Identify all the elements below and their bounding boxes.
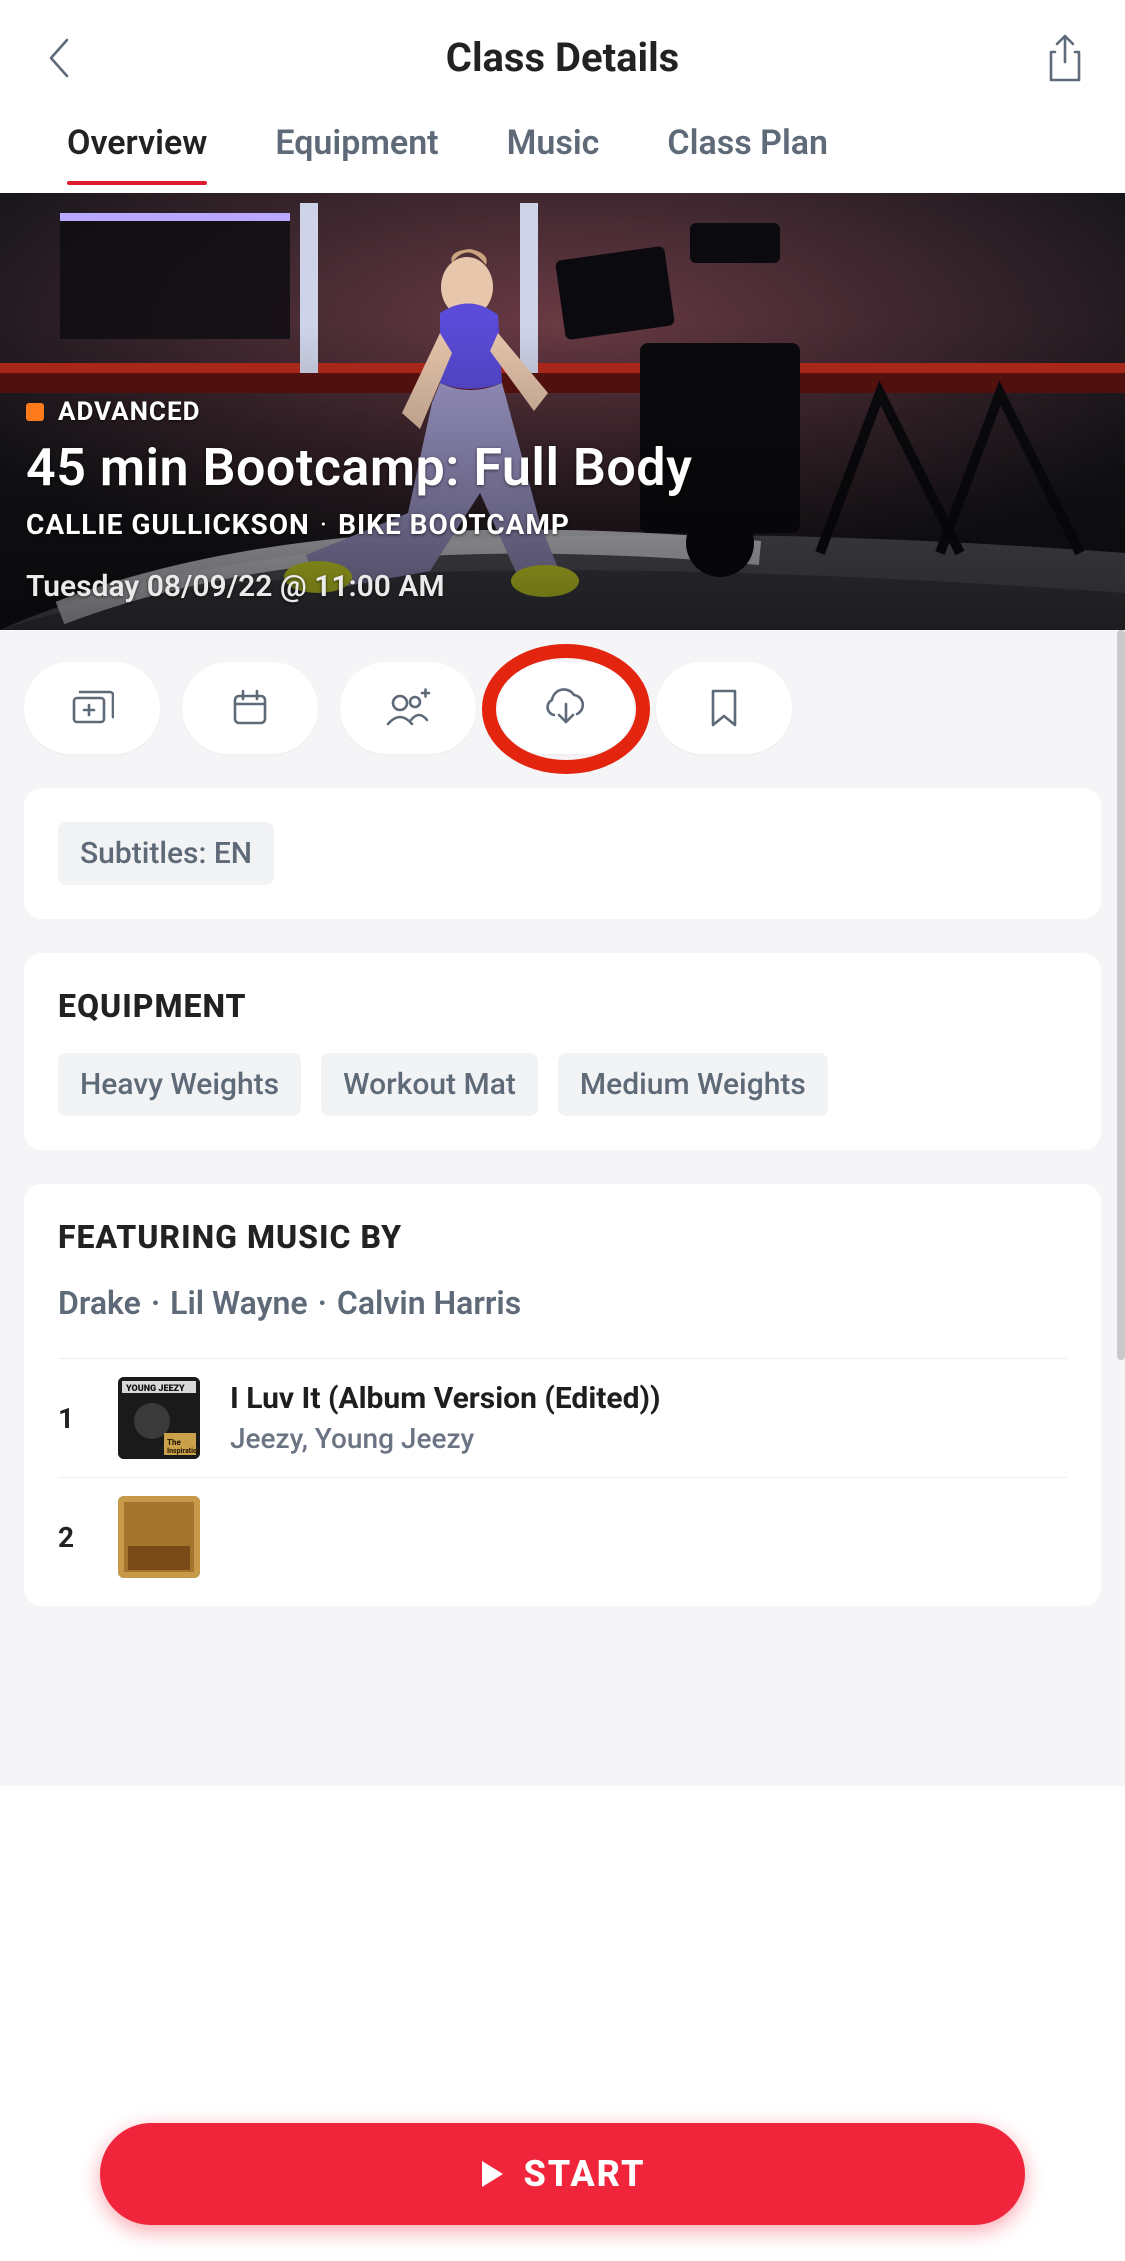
tab-equipment[interactable]: Equipment bbox=[275, 123, 438, 185]
subtitles-chip: Subtitles: EN bbox=[58, 822, 274, 885]
start-label: START bbox=[523, 2153, 645, 2195]
class-title: 45 min Bootcamp: Full Body bbox=[26, 437, 1099, 498]
tabs: Overview Equipment Music Class Plan bbox=[0, 115, 1125, 193]
class-category: BIKE BOOTCAMP bbox=[338, 508, 570, 541]
scrollbar[interactable] bbox=[1117, 630, 1125, 1360]
invite-button[interactable] bbox=[340, 662, 476, 754]
equipment-item: Medium Weights bbox=[558, 1053, 828, 1116]
tab-overview[interactable]: Overview bbox=[67, 123, 207, 185]
hero-image: ADVANCED 45 min Bootcamp: Full Body CALL… bbox=[0, 193, 1125, 630]
subtitles-card: Subtitles: EN bbox=[24, 788, 1101, 919]
artist: Drake bbox=[58, 1284, 141, 1322]
download-cloud-icon bbox=[543, 688, 589, 728]
tab-class-plan[interactable]: Class Plan bbox=[667, 123, 828, 185]
artist: Lil Wayne bbox=[170, 1284, 307, 1322]
content-area: Subtitles: EN EQUIPMENT Heavy Weights Wo… bbox=[0, 630, 1125, 1786]
share-button[interactable] bbox=[1035, 28, 1095, 88]
svg-text:The: The bbox=[167, 1438, 182, 1447]
play-icon bbox=[479, 2159, 505, 2189]
class-datetime: Tuesday 08/09/22 @ 11:00 AM bbox=[26, 569, 1099, 604]
artist: Calvin Harris bbox=[337, 1284, 521, 1322]
equipment-item: Heavy Weights bbox=[58, 1053, 301, 1116]
bookmark-button[interactable] bbox=[656, 662, 792, 754]
bookmark-icon bbox=[708, 687, 740, 729]
action-row bbox=[24, 662, 1101, 754]
music-heading: FEATURING MUSIC BY bbox=[58, 1218, 1067, 1256]
svg-text:YOUNG JEEZY: YOUNG JEEZY bbox=[125, 1384, 185, 1394]
header: Class Details bbox=[0, 0, 1125, 115]
stack-button[interactable] bbox=[24, 662, 160, 754]
equipment-list: Heavy Weights Workout Mat Medium Weights bbox=[58, 1053, 1067, 1116]
album-art bbox=[118, 1496, 200, 1578]
track-artist: Jeezy, Young Jeezy bbox=[230, 1422, 661, 1455]
page-title: Class Details bbox=[446, 34, 679, 81]
svg-text:Inspiration: Inspiration bbox=[167, 1447, 200, 1455]
difficulty-icon bbox=[26, 403, 44, 421]
track-title: I Luv It (Album Version (Edited)) bbox=[230, 1381, 661, 1416]
chevron-left-icon bbox=[43, 34, 77, 82]
stack-icon bbox=[70, 688, 114, 728]
tab-music[interactable]: Music bbox=[507, 123, 600, 185]
share-icon bbox=[1045, 32, 1085, 84]
equipment-card: EQUIPMENT Heavy Weights Workout Mat Medi… bbox=[24, 953, 1101, 1150]
music-card: FEATURING MUSIC BY Drake·Lil Wayne·Calvi… bbox=[24, 1184, 1101, 1606]
equipment-heading: EQUIPMENT bbox=[58, 987, 1067, 1025]
featured-artists: Drake·Lil Wayne·Calvin Harris bbox=[58, 1284, 1067, 1322]
class-subtitle: CALLIE GULLICKSON·BIKE BOOTCAMP bbox=[26, 508, 1099, 541]
track-number: 2 bbox=[58, 1521, 88, 1554]
start-bar: START bbox=[0, 2123, 1125, 2261]
start-button[interactable]: START bbox=[100, 2123, 1025, 2225]
back-button[interactable] bbox=[30, 28, 90, 88]
equipment-item: Workout Mat bbox=[321, 1053, 538, 1116]
schedule-button[interactable] bbox=[182, 662, 318, 754]
difficulty-badge: ADVANCED bbox=[26, 397, 1099, 427]
people-add-icon bbox=[385, 688, 431, 728]
album-art: YOUNG JEEZY TheInspiration bbox=[118, 1377, 200, 1459]
download-button[interactable] bbox=[498, 662, 634, 754]
instructor-name: CALLIE GULLICKSON bbox=[26, 508, 310, 541]
track-row[interactable]: 2 bbox=[58, 1477, 1067, 1596]
difficulty-label: ADVANCED bbox=[58, 397, 200, 427]
calendar-icon bbox=[230, 688, 270, 728]
track-number: 1 bbox=[58, 1402, 88, 1435]
track-row[interactable]: 1 YOUNG JEEZY TheInspiration I Luv It (Al… bbox=[58, 1358, 1067, 1477]
hero-overlay: ADVANCED 45 min Bootcamp: Full Body CALL… bbox=[0, 371, 1125, 630]
